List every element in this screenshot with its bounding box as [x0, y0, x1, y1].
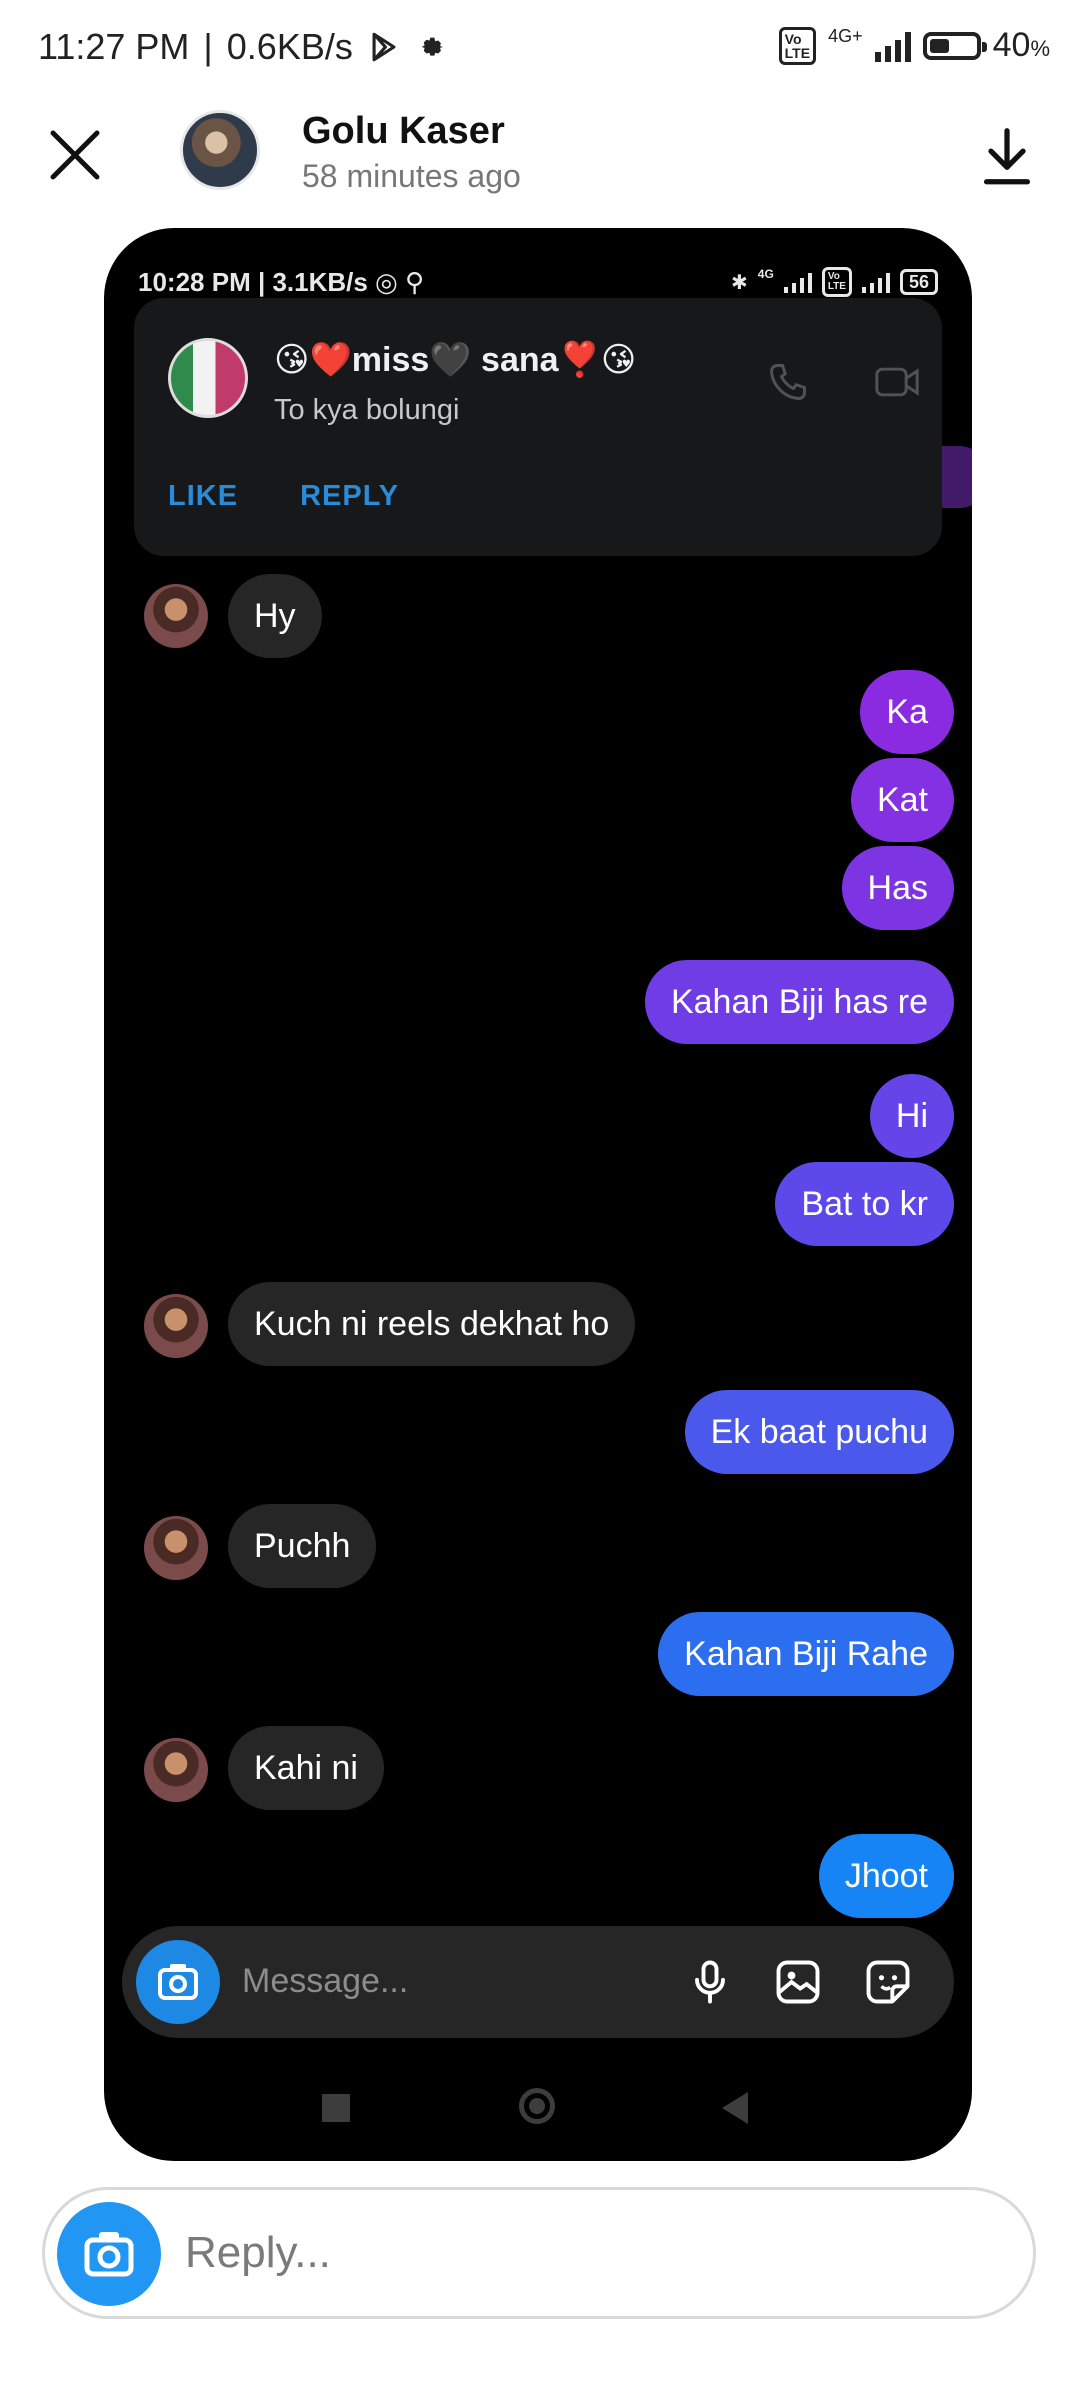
- inner-status-right: ✱ 4G Vo LTE 56: [731, 267, 938, 297]
- reply-input[interactable]: Reply...: [185, 2228, 331, 2278]
- gear-icon: [421, 37, 443, 56]
- reply-camera-button[interactable]: [57, 2202, 161, 2306]
- play-store-icon: [372, 32, 396, 62]
- microphone-icon[interactable]: [684, 1956, 736, 2008]
- sender-avatar: [144, 1516, 208, 1580]
- like-button[interactable]: LIKE: [168, 480, 238, 513]
- inner-status-bar: 10:28 PM | 3.1KB/s ◎ ⚲ ✱ 4G Vo LTE 56: [138, 262, 938, 302]
- sent-message: Hi: [869, 1074, 954, 1158]
- status-bar: 11:27 PM | 0.6KB/s Vo LTE 4G+ 40%: [0, 0, 1080, 100]
- gallery-icon[interactable]: [772, 1956, 824, 2008]
- status-left: 11:27 PM | 0.6KB/s: [38, 26, 447, 68]
- sent-message: Kahan Biji has re: [644, 960, 954, 1044]
- shared-screenshot: 10:28 PM | 3.1KB/s ◎ ⚲ ✱ 4G Vo LTE 56 😘❤️…: [104, 228, 972, 2161]
- reply-button[interactable]: REPLY: [300, 480, 399, 513]
- network-type: 4G+: [828, 26, 863, 46]
- notification-body: To kya bolungi: [274, 394, 460, 426]
- bluetooth-icon: ✱: [731, 271, 748, 294]
- download-icon[interactable]: [972, 122, 1042, 192]
- sent-message: Kat: [850, 758, 954, 842]
- message-input[interactable]: Message...: [242, 1962, 408, 2001]
- sticker-icon[interactable]: [862, 1956, 914, 2008]
- post-time: 58 minutes ago: [302, 158, 521, 194]
- camera-icon: [158, 1964, 198, 2000]
- battery-percent: 40%: [992, 26, 1050, 64]
- sent-message: Ka: [860, 670, 954, 754]
- notification-card[interactable]: 😘❤️miss🖤 sana❣️😘 To kya bolungi LIKE REP…: [134, 298, 942, 556]
- message-composer: Message...: [122, 1926, 954, 2038]
- inner-status-left: 10:28 PM | 3.1KB/s ◎ ⚲: [138, 266, 425, 297]
- sent-message: Ek baat puchu: [684, 1390, 954, 1474]
- signal-icon: [874, 30, 911, 62]
- received-message: Hy: [228, 574, 322, 658]
- inner-signal-icon: [783, 271, 812, 293]
- camera-button[interactable]: [136, 1940, 220, 2024]
- story-header: Golu Kaser 58 minutes ago: [0, 100, 1080, 230]
- sent-message: Jhoot: [818, 1834, 954, 1918]
- recents-icon: [322, 2094, 350, 2122]
- sender-avatar: [144, 584, 208, 648]
- received-message: Kahi ni: [228, 1726, 384, 1810]
- status-right: Vo LTE 4G+ 40%: [778, 26, 1050, 65]
- status-time: 11:27 PM: [38, 26, 190, 67]
- received-message: Puchh: [228, 1504, 377, 1588]
- phone-icon: [770, 364, 806, 400]
- sender-avatar: [144, 1294, 208, 1358]
- sender-avatar: [144, 1738, 208, 1802]
- battery-icon: [922, 31, 987, 60]
- notification-title: 😘❤️miss🖤 sana❣️😘: [274, 341, 637, 379]
- avatar[interactable]: [180, 110, 260, 190]
- received-message: Kuch ni reels dekhat ho: [228, 1282, 636, 1366]
- video-call-icon: [875, 367, 919, 397]
- back-icon: [722, 2092, 748, 2124]
- sent-message: Bat to kr: [775, 1162, 954, 1246]
- camera-icon: [84, 2232, 134, 2277]
- sent-message: Kahan Biji Rahe: [658, 1612, 954, 1696]
- inner-battery: 56: [899, 269, 938, 295]
- volte-icon: Vo LTE: [778, 26, 817, 65]
- sent-message: Has: [841, 846, 954, 930]
- notification-avatar: [168, 338, 248, 418]
- close-icon[interactable]: [42, 122, 108, 188]
- home-icon: [519, 2088, 555, 2124]
- status-speed: 0.6KB/s: [226, 26, 353, 67]
- reply-bar: Reply...: [42, 2187, 1036, 2319]
- notification-actions: LIKE REPLY: [168, 480, 399, 513]
- navigation-bar: [104, 2088, 972, 2134]
- user-name[interactable]: Golu Kaser: [302, 110, 505, 153]
